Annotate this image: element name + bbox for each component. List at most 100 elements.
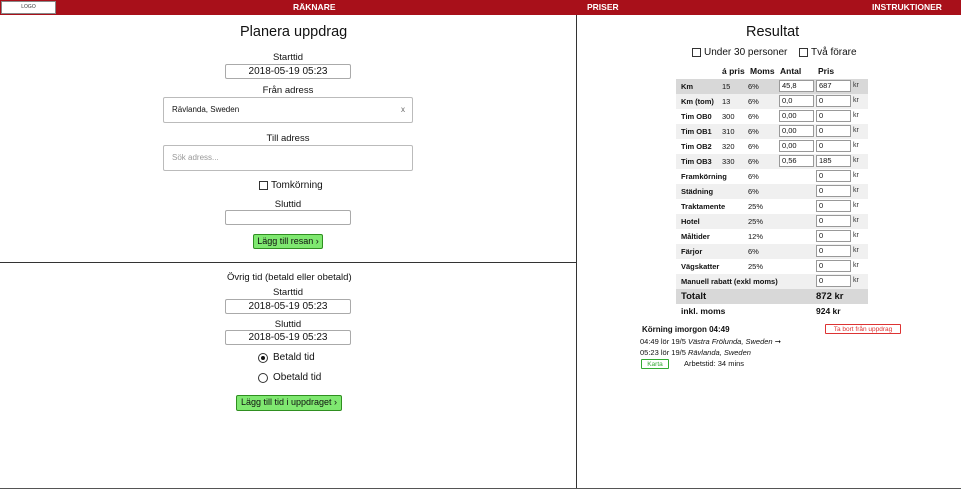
row-antal-input[interactable]: 0,00 bbox=[779, 110, 814, 122]
row-pris-input[interactable]: 185 bbox=[816, 155, 851, 167]
row-pris-input[interactable]: 0 bbox=[816, 125, 851, 137]
betald-radio[interactable] bbox=[258, 353, 268, 363]
plan-starttid-label: Starttid bbox=[272, 52, 304, 63]
obetald-radio[interactable] bbox=[258, 373, 268, 383]
ovrig-sluttid-label: Sluttid bbox=[274, 319, 302, 330]
row-pris-input[interactable]: 0 bbox=[816, 245, 851, 257]
ovrig-title: Övrig tid (betald eller obetald) bbox=[227, 272, 352, 283]
row-name: Tim OB1 bbox=[681, 127, 712, 136]
row-moms: 12% bbox=[748, 232, 764, 241]
tomkorning-checkbox[interactable] bbox=[259, 181, 268, 190]
ovrig-starttid-input[interactable]: 2018-05-19 05:23 bbox=[225, 299, 351, 314]
row-name: Km bbox=[681, 82, 694, 91]
table-row: Vägskatter 25% 0 kr bbox=[676, 259, 868, 274]
row-moms: 6% bbox=[748, 142, 759, 151]
totalt-row: Totalt 872 kr bbox=[676, 289, 868, 304]
row-moms: 6% bbox=[748, 247, 759, 256]
row-currency: kr bbox=[853, 142, 859, 149]
ovrig-starttid-label: Starttid bbox=[272, 287, 304, 298]
add-trip-button[interactable]: Lägg till resan › bbox=[253, 234, 323, 249]
row-currency: kr bbox=[853, 217, 859, 224]
fran-adress-input[interactable]: Rävlanda, Sweden x bbox=[163, 97, 413, 123]
row-pris-input[interactable]: 0 bbox=[816, 110, 851, 122]
table-row: Traktamente 25% 0 kr bbox=[676, 199, 868, 214]
arbetstid-text: Arbetstid: 34 mins bbox=[684, 359, 745, 368]
add-time-button[interactable]: Lägg till tid i uppdraget › bbox=[236, 395, 342, 411]
row-pris-input[interactable]: 687 bbox=[816, 80, 851, 92]
row-pris-input[interactable]: 0 bbox=[816, 275, 851, 287]
trip-heading: Körning imorgon 04:49 bbox=[642, 325, 730, 334]
row-name: Traktamente bbox=[681, 202, 726, 211]
result-title: Resultat bbox=[746, 24, 800, 40]
plan-title: Planera uppdrag bbox=[240, 24, 348, 40]
trip-line2-place: Rävlanda, Sweden bbox=[687, 348, 751, 357]
plan-sluttid-input[interactable] bbox=[225, 210, 351, 225]
table-row: Tim OB1 310 6% 0,00 0 kr bbox=[676, 124, 868, 139]
plan-starttid-input[interactable]: 2018-05-19 05:23 bbox=[225, 64, 351, 79]
col-moms-header: Moms bbox=[750, 66, 775, 76]
table-row: Färjor 6% 0 kr bbox=[676, 244, 868, 259]
table-row: Tim OB2 320 6% 0,00 0 kr bbox=[676, 139, 868, 154]
row-currency: kr bbox=[853, 127, 859, 134]
row-moms: 6% bbox=[748, 172, 759, 181]
row-antal-input[interactable]: 0,00 bbox=[779, 125, 814, 137]
row-moms: 6% bbox=[748, 97, 759, 106]
table-row: Måltider 12% 0 kr bbox=[676, 229, 868, 244]
row-pris-input[interactable]: 0 bbox=[816, 215, 851, 227]
row-moms: 6% bbox=[748, 82, 759, 91]
remove-trip-button[interactable]: Ta bort från uppdrag bbox=[825, 324, 901, 334]
row-apris: 13 bbox=[722, 97, 731, 106]
row-currency: kr bbox=[853, 97, 859, 104]
row-pris-input[interactable]: 0 bbox=[816, 230, 851, 242]
row-name: Framkörning bbox=[681, 172, 727, 181]
row-apris: 300 bbox=[722, 112, 735, 121]
row-currency: kr bbox=[853, 82, 859, 89]
table-row: Tim OB3 330 6% 0,56 185 kr bbox=[676, 154, 868, 169]
karta-button[interactable]: Karta bbox=[641, 359, 669, 369]
totalt-label: Totalt bbox=[681, 291, 707, 302]
row-antal-input[interactable]: 45,8 bbox=[779, 80, 814, 92]
row-currency: kr bbox=[853, 277, 859, 284]
row-moms: 6% bbox=[748, 127, 759, 136]
nav-raknare[interactable]: RÄKNARE bbox=[293, 2, 336, 12]
row-antal-input[interactable]: 0,00 bbox=[779, 140, 814, 152]
row-moms: 6% bbox=[748, 157, 759, 166]
row-antal-input[interactable]: 0,0 bbox=[779, 95, 814, 107]
row-moms: 6% bbox=[748, 112, 759, 121]
inkl-moms-label: inkl. moms bbox=[681, 306, 726, 316]
row-pris-input[interactable]: 0 bbox=[816, 260, 851, 272]
clear-address-icon[interactable]: x bbox=[401, 98, 405, 122]
row-currency: kr bbox=[853, 112, 859, 119]
row-pris-input[interactable]: 0 bbox=[816, 185, 851, 197]
arrow-right-icon: ➞ bbox=[774, 337, 781, 346]
under30-label: Under 30 personer bbox=[704, 47, 788, 58]
under30-checkbox[interactable] bbox=[692, 48, 701, 57]
table-row: Framkörning 6% 0 kr bbox=[676, 169, 868, 184]
row-moms: 6% bbox=[748, 187, 759, 196]
betald-label: Betald tid bbox=[273, 352, 315, 363]
ovrig-sluttid-input[interactable]: 2018-05-19 05:23 bbox=[225, 330, 351, 345]
table-row: Hotel 25% 0 kr bbox=[676, 214, 868, 229]
inkl-moms-row: inkl. moms 924 kr bbox=[676, 304, 868, 319]
row-currency: kr bbox=[853, 202, 859, 209]
horizontal-divider bbox=[0, 262, 576, 263]
tomkorning-label: Tomkörning bbox=[271, 180, 323, 191]
row-currency: kr bbox=[853, 187, 859, 194]
table-row: Km 15 6% 45,8 687 kr bbox=[676, 79, 868, 94]
table-row: Km (tom) 13 6% 0,0 0 kr bbox=[676, 94, 868, 109]
till-adress-input[interactable]: Sök adress... bbox=[163, 145, 413, 171]
row-currency: kr bbox=[853, 157, 859, 164]
row-pris-input[interactable]: 0 bbox=[816, 200, 851, 212]
row-pris-input[interactable]: 0 bbox=[816, 140, 851, 152]
row-pris-input[interactable]: 0 bbox=[816, 95, 851, 107]
vertical-divider bbox=[576, 15, 577, 489]
col-antal-header: Antal bbox=[780, 66, 802, 76]
row-antal-input[interactable]: 0,56 bbox=[779, 155, 814, 167]
logo[interactable]: LOGO bbox=[1, 1, 56, 14]
nav-instruktioner[interactable]: INSTRUKTIONER bbox=[872, 2, 942, 12]
row-name: Km (tom) bbox=[681, 97, 714, 106]
radio-selected-dot bbox=[261, 356, 265, 360]
row-pris-input[interactable]: 0 bbox=[816, 170, 851, 182]
nav-priser[interactable]: PRISER bbox=[587, 2, 619, 12]
tva-forare-checkbox[interactable] bbox=[799, 48, 808, 57]
